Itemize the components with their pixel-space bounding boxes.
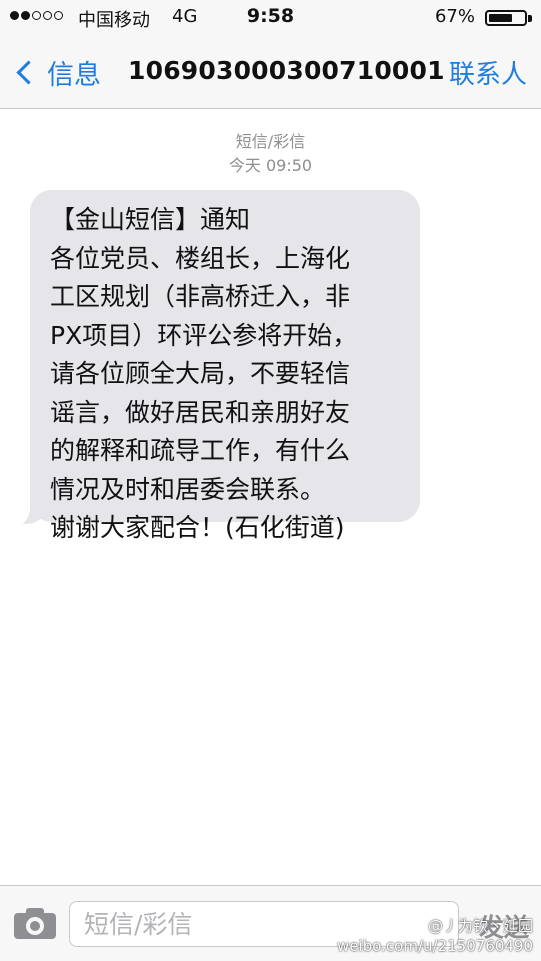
message-line: 谣言，做好居民和亲朋好友: [50, 397, 351, 427]
camera-lens-inner: [30, 921, 40, 931]
watermark-handle: @丿为钦丶延园: [427, 917, 533, 935]
contacts-button[interactable]: 联系人: [449, 54, 527, 91]
battery-cap: [528, 15, 532, 22]
battery-level-fill: [489, 14, 512, 22]
conversation-title: 106903000300710001: [128, 56, 445, 85]
message-line: 情况及时和居委会联系。: [50, 474, 326, 504]
weibo-watermark: @丿为钦丶延园 weibo.com/u/2150760490: [337, 916, 533, 956]
battery-icon: [485, 10, 527, 26]
message-line: 谢谢大家配合！(石化街道): [50, 513, 345, 542]
watermark-url: weibo.com/u/2150760490: [337, 937, 533, 955]
message-line: 请各位顾全大局，不要轻信: [50, 359, 351, 388]
message-line: 工区规划（非高桥迁入，非: [50, 282, 351, 311]
status-bar: 中国移动 4G 9:58 67%: [0, 0, 541, 36]
back-label: 信息: [47, 59, 101, 91]
camera-button[interactable]: [14, 907, 56, 939]
message-timestamp: 今天 09:50: [228, 156, 313, 175]
message-line: PX项目）环评公参将开始，: [50, 320, 358, 350]
received-message-bubble[interactable]: 【金山短信】通知 各位党员、楼组长，上海化 工区规划（非高桥迁入，非 PX项目）…: [30, 190, 420, 542]
battery-percent: 67%: [434, 6, 475, 27]
chevron-left-icon: [16, 59, 41, 85]
message-line: 的解释和疏导工作，有什么: [50, 436, 351, 465]
message-line: 各位党员、楼组长，上海化: [50, 243, 351, 273]
back-button[interactable]: 信息: [12, 50, 101, 94]
navigation-bar: 信息 106903000300710001 联系人: [0, 36, 541, 109]
message-line: 【金山短信】通知: [50, 205, 251, 234]
message-type-label: 短信/彩信: [235, 132, 306, 151]
conversation-meta: 短信/彩信 今天 09:50: [0, 130, 541, 178]
